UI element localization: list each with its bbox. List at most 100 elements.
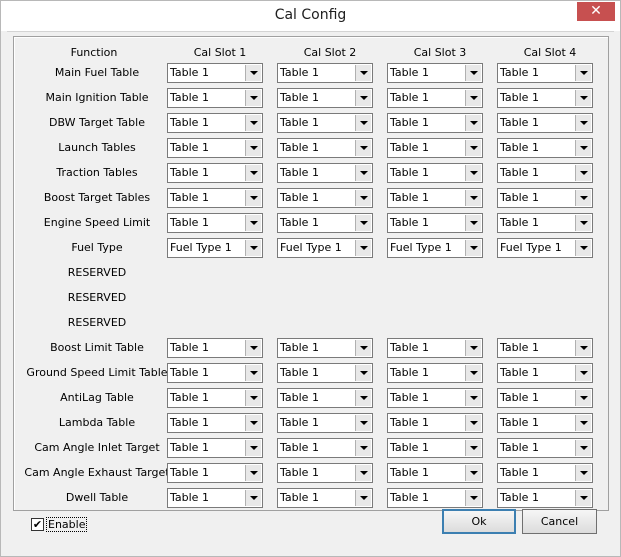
cal-slot-2-select[interactable]: Table 1 — [277, 438, 373, 458]
dropdown-arrow-icon[interactable] — [575, 215, 591, 231]
dropdown-arrow-icon[interactable] — [575, 340, 591, 356]
dropdown-arrow-icon[interactable] — [465, 240, 481, 256]
dropdown-arrow-icon[interactable] — [245, 165, 261, 181]
cal-slot-3-select[interactable]: Table 1 — [387, 438, 483, 458]
cal-slot-2-select[interactable]: Table 1 — [277, 63, 373, 83]
cal-slot-3-select[interactable]: Table 1 — [387, 463, 483, 483]
ok-button[interactable]: Ok — [442, 509, 516, 534]
dropdown-arrow-icon[interactable] — [245, 115, 261, 131]
cal-slot-3-select[interactable]: Table 1 — [387, 338, 483, 358]
dropdown-arrow-icon[interactable] — [465, 190, 481, 206]
dropdown-arrow-icon[interactable] — [245, 415, 261, 431]
cal-slot-2-select[interactable]: Table 1 — [277, 163, 373, 183]
dropdown-arrow-icon[interactable] — [355, 240, 371, 256]
dropdown-arrow-icon[interactable] — [465, 215, 481, 231]
dropdown-arrow-icon[interactable] — [465, 490, 481, 506]
cal-slot-2-select[interactable]: Table 1 — [277, 413, 373, 433]
dropdown-arrow-icon[interactable] — [355, 165, 371, 181]
cal-slot-2-select[interactable]: Table 1 — [277, 213, 373, 233]
dropdown-arrow-icon[interactable] — [245, 65, 261, 81]
cal-slot-1-select[interactable]: Table 1 — [167, 338, 263, 358]
cal-slot-4-select[interactable]: Table 1 — [497, 113, 593, 133]
cal-slot-3-select[interactable]: Table 1 — [387, 488, 483, 508]
dropdown-arrow-icon[interactable] — [355, 440, 371, 456]
dropdown-arrow-icon[interactable] — [465, 65, 481, 81]
dropdown-arrow-icon[interactable] — [465, 365, 481, 381]
dropdown-arrow-icon[interactable] — [245, 90, 261, 106]
dropdown-arrow-icon[interactable] — [575, 240, 591, 256]
dropdown-arrow-icon[interactable] — [355, 90, 371, 106]
dropdown-arrow-icon[interactable] — [355, 465, 371, 481]
dropdown-arrow-icon[interactable] — [575, 90, 591, 106]
dropdown-arrow-icon[interactable] — [465, 140, 481, 156]
cal-slot-2-select[interactable]: Table 1 — [277, 138, 373, 158]
cal-slot-4-select[interactable]: Table 1 — [497, 463, 593, 483]
cal-slot-3-select[interactable]: Table 1 — [387, 138, 483, 158]
cal-slot-1-select[interactable]: Table 1 — [167, 413, 263, 433]
dropdown-arrow-icon[interactable] — [355, 215, 371, 231]
cal-slot-2-select[interactable]: Table 1 — [277, 88, 373, 108]
cal-slot-4-select[interactable]: Table 1 — [497, 63, 593, 83]
cal-slot-1-select[interactable]: Table 1 — [167, 88, 263, 108]
cal-slot-3-select[interactable]: Table 1 — [387, 388, 483, 408]
dropdown-arrow-icon[interactable] — [245, 390, 261, 406]
dropdown-arrow-icon[interactable] — [355, 115, 371, 131]
dropdown-arrow-icon[interactable] — [575, 115, 591, 131]
cal-slot-1-select[interactable]: Table 1 — [167, 363, 263, 383]
cal-slot-4-select[interactable]: Table 1 — [497, 88, 593, 108]
dropdown-arrow-icon[interactable] — [355, 140, 371, 156]
dropdown-arrow-icon[interactable] — [465, 115, 481, 131]
dropdown-arrow-icon[interactable] — [245, 190, 261, 206]
cal-slot-3-select[interactable]: Table 1 — [387, 163, 483, 183]
cal-slot-4-select[interactable]: Table 1 — [497, 413, 593, 433]
cal-slot-4-select[interactable]: Table 1 — [497, 163, 593, 183]
cal-slot-4-select[interactable]: Table 1 — [497, 388, 593, 408]
dropdown-arrow-icon[interactable] — [575, 65, 591, 81]
cal-slot-3-select[interactable]: Table 1 — [387, 188, 483, 208]
dropdown-arrow-icon[interactable] — [575, 365, 591, 381]
cal-slot-1-select[interactable]: Table 1 — [167, 213, 263, 233]
cal-slot-2-select[interactable]: Table 1 — [277, 113, 373, 133]
dropdown-arrow-icon[interactable] — [245, 340, 261, 356]
dropdown-arrow-icon[interactable] — [245, 140, 261, 156]
dropdown-arrow-icon[interactable] — [575, 140, 591, 156]
cal-slot-4-select[interactable]: Table 1 — [497, 338, 593, 358]
dropdown-arrow-icon[interactable] — [465, 440, 481, 456]
dropdown-arrow-icon[interactable] — [355, 490, 371, 506]
dropdown-arrow-icon[interactable] — [465, 340, 481, 356]
cal-slot-4-select[interactable]: Table 1 — [497, 438, 593, 458]
cal-slot-3-select[interactable]: Fuel Type 1 — [387, 238, 483, 258]
cal-slot-1-select[interactable]: Table 1 — [167, 138, 263, 158]
dropdown-arrow-icon[interactable] — [245, 215, 261, 231]
cal-slot-4-select[interactable]: Table 1 — [497, 188, 593, 208]
dropdown-arrow-icon[interactable] — [355, 415, 371, 431]
dropdown-arrow-icon[interactable] — [465, 390, 481, 406]
close-button[interactable]: ✕ — [577, 2, 615, 21]
dropdown-arrow-icon[interactable] — [355, 390, 371, 406]
cal-slot-3-select[interactable]: Table 1 — [387, 413, 483, 433]
dropdown-arrow-icon[interactable] — [575, 390, 591, 406]
cal-slot-4-select[interactable]: Table 1 — [497, 363, 593, 383]
cal-slot-2-select[interactable]: Table 1 — [277, 388, 373, 408]
cal-slot-1-select[interactable]: Table 1 — [167, 388, 263, 408]
cal-slot-1-select[interactable]: Table 1 — [167, 438, 263, 458]
dropdown-arrow-icon[interactable] — [575, 440, 591, 456]
dropdown-arrow-icon[interactable] — [465, 465, 481, 481]
dropdown-arrow-icon[interactable] — [575, 165, 591, 181]
cal-slot-1-select[interactable]: Table 1 — [167, 63, 263, 83]
cal-slot-4-select[interactable]: Table 1 — [497, 213, 593, 233]
cal-slot-3-select[interactable]: Table 1 — [387, 363, 483, 383]
cal-slot-2-select[interactable]: Table 1 — [277, 338, 373, 358]
dropdown-arrow-icon[interactable] — [245, 490, 261, 506]
cal-slot-4-select[interactable]: Fuel Type 1 — [497, 238, 593, 258]
cal-slot-3-select[interactable]: Table 1 — [387, 213, 483, 233]
cal-slot-1-select[interactable]: Table 1 — [167, 463, 263, 483]
dropdown-arrow-icon[interactable] — [465, 90, 481, 106]
dropdown-arrow-icon[interactable] — [575, 415, 591, 431]
dropdown-arrow-icon[interactable] — [575, 465, 591, 481]
dropdown-arrow-icon[interactable] — [355, 190, 371, 206]
cal-slot-2-select[interactable]: Table 1 — [277, 463, 373, 483]
cal-slot-4-select[interactable]: Table 1 — [497, 138, 593, 158]
title-bar[interactable]: Cal Config ✕ — [1, 1, 620, 31]
cal-slot-4-select[interactable]: Table 1 — [497, 488, 593, 508]
